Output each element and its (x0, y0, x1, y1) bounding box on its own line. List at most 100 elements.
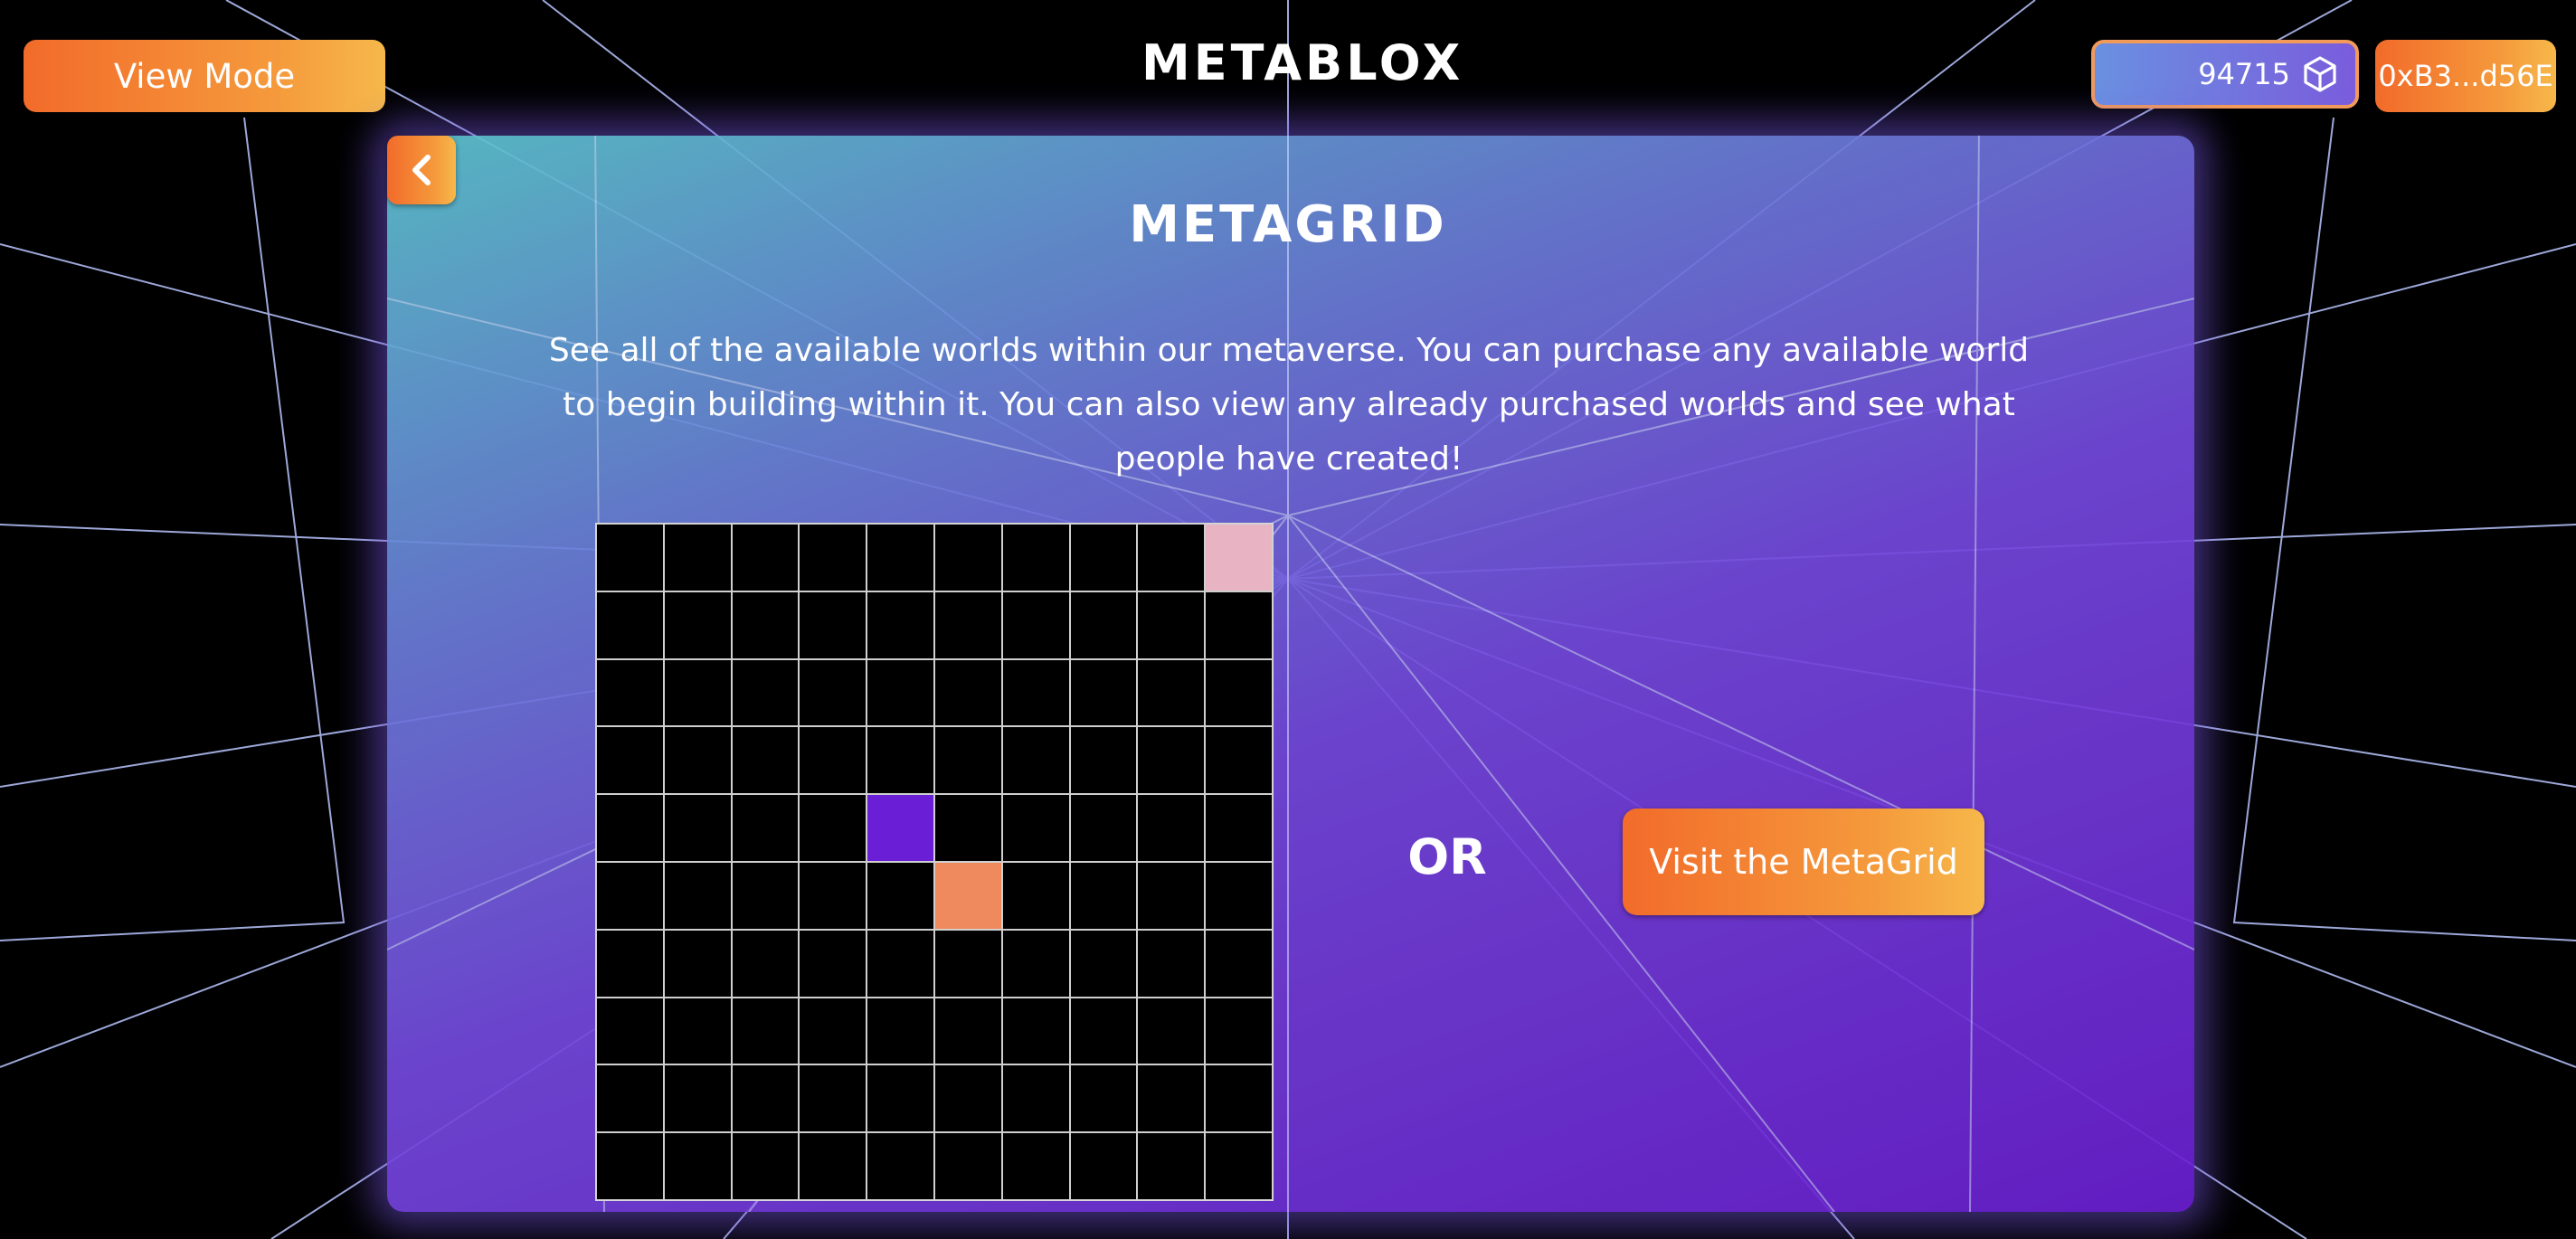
grid-cell[interactable] (1137, 726, 1206, 795)
grid-cell[interactable] (731, 591, 800, 659)
grid-cell[interactable] (934, 1064, 1002, 1133)
grid-cell[interactable] (1069, 997, 1138, 1065)
grid-cell[interactable] (663, 929, 732, 998)
grid-cell[interactable] (867, 1132, 934, 1200)
grid-cell[interactable] (1001, 726, 1070, 795)
grid-cell[interactable] (663, 794, 732, 862)
grid-cell[interactable] (663, 997, 732, 1065)
view-mode-button[interactable]: View Mode (24, 40, 385, 112)
grid-cell[interactable] (663, 524, 732, 591)
grid-cell[interactable] (1069, 726, 1138, 795)
grid-cell[interactable] (1137, 1064, 1206, 1133)
grid-cell[interactable] (934, 862, 1002, 930)
grid-cell[interactable] (596, 862, 664, 930)
grid-cell[interactable] (799, 1132, 867, 1200)
grid-cell[interactable] (596, 929, 664, 998)
grid-cell[interactable] (799, 524, 867, 591)
grid-cell[interactable] (1069, 862, 1138, 930)
grid-cell[interactable] (934, 591, 1002, 659)
grid-cell[interactable] (663, 726, 732, 795)
grid-cell[interactable] (867, 591, 934, 659)
token-balance[interactable]: 94715 (2091, 40, 2359, 109)
grid-cell[interactable] (596, 726, 664, 795)
grid-cell[interactable] (799, 929, 867, 998)
grid-cell[interactable] (731, 658, 800, 727)
grid-cell[interactable] (799, 997, 867, 1065)
grid-cell[interactable] (1069, 1132, 1138, 1200)
grid-cell[interactable] (799, 862, 867, 930)
grid-cell[interactable] (867, 726, 934, 795)
grid-cell[interactable] (1001, 997, 1070, 1065)
grid-cell[interactable] (1069, 524, 1138, 591)
grid-cell[interactable] (731, 862, 800, 930)
grid-cell[interactable] (799, 1064, 867, 1133)
grid-cell[interactable] (799, 591, 867, 659)
grid-cell[interactable] (596, 658, 664, 727)
grid-cell[interactable] (731, 929, 800, 998)
grid-cell[interactable] (867, 997, 934, 1065)
grid-cell[interactable] (596, 794, 664, 862)
grid-cell[interactable] (663, 658, 732, 727)
grid-cell[interactable] (731, 726, 800, 795)
grid-cell[interactable] (934, 794, 1002, 862)
grid-cell[interactable] (1205, 591, 1273, 659)
grid-cell[interactable] (799, 794, 867, 862)
grid-cell[interactable] (1001, 524, 1070, 591)
grid-cell[interactable] (1137, 862, 1206, 930)
grid-cell[interactable] (1001, 794, 1070, 862)
grid-cell[interactable] (1137, 794, 1206, 862)
grid-cell[interactable] (1137, 1132, 1206, 1200)
grid-cell[interactable] (1001, 1132, 1070, 1200)
visit-metagrid-button[interactable]: Visit the MetaGrid (1623, 809, 1984, 915)
grid-cell[interactable] (596, 591, 664, 659)
grid-cell[interactable] (1205, 1064, 1273, 1133)
grid-cell[interactable] (1137, 658, 1206, 727)
grid-cell[interactable] (1205, 524, 1273, 591)
grid-cell[interactable] (1001, 862, 1070, 930)
grid-cell[interactable] (867, 658, 934, 727)
grid-cell[interactable] (867, 929, 934, 998)
grid-cell[interactable] (1205, 862, 1273, 930)
grid-cell[interactable] (1205, 929, 1273, 998)
grid-cell[interactable] (799, 658, 867, 727)
grid-cell[interactable] (1137, 591, 1206, 659)
grid-cell[interactable] (1069, 794, 1138, 862)
grid-cell[interactable] (867, 1064, 934, 1133)
grid-cell[interactable] (867, 862, 934, 930)
grid-cell[interactable] (934, 929, 1002, 998)
grid-cell[interactable] (663, 1132, 732, 1200)
grid-cell[interactable] (867, 524, 934, 591)
grid-cell[interactable] (934, 726, 1002, 795)
grid-cell[interactable] (934, 524, 1002, 591)
grid-cell[interactable] (731, 794, 800, 862)
metagrid-map[interactable] (595, 523, 1274, 1201)
grid-cell[interactable] (1205, 794, 1273, 862)
grid-cell[interactable] (1069, 591, 1138, 659)
grid-cell[interactable] (1205, 658, 1273, 727)
grid-cell[interactable] (731, 524, 800, 591)
grid-cell[interactable] (1069, 1064, 1138, 1133)
grid-cell[interactable] (596, 1132, 664, 1200)
grid-cell[interactable] (1137, 524, 1206, 591)
grid-cell[interactable] (867, 794, 934, 862)
grid-cell[interactable] (663, 591, 732, 659)
grid-cell[interactable] (731, 997, 800, 1065)
grid-cell[interactable] (934, 997, 1002, 1065)
grid-cell[interactable] (1137, 997, 1206, 1065)
wallet-address-button[interactable]: 0xB3...d56E (2375, 40, 2556, 112)
back-button[interactable] (387, 136, 456, 204)
grid-cell[interactable] (1001, 929, 1070, 998)
grid-cell[interactable] (1001, 658, 1070, 727)
grid-cell[interactable] (934, 658, 1002, 727)
grid-cell[interactable] (731, 1064, 800, 1133)
grid-cell[interactable] (663, 1064, 732, 1133)
grid-cell[interactable] (1069, 658, 1138, 727)
grid-cell[interactable] (663, 862, 732, 930)
grid-cell[interactable] (1001, 1064, 1070, 1133)
grid-cell[interactable] (799, 726, 867, 795)
grid-cell[interactable] (1137, 929, 1206, 998)
grid-cell[interactable] (596, 524, 664, 591)
grid-cell[interactable] (934, 1132, 1002, 1200)
grid-cell[interactable] (1205, 997, 1273, 1065)
grid-cell[interactable] (596, 997, 664, 1065)
